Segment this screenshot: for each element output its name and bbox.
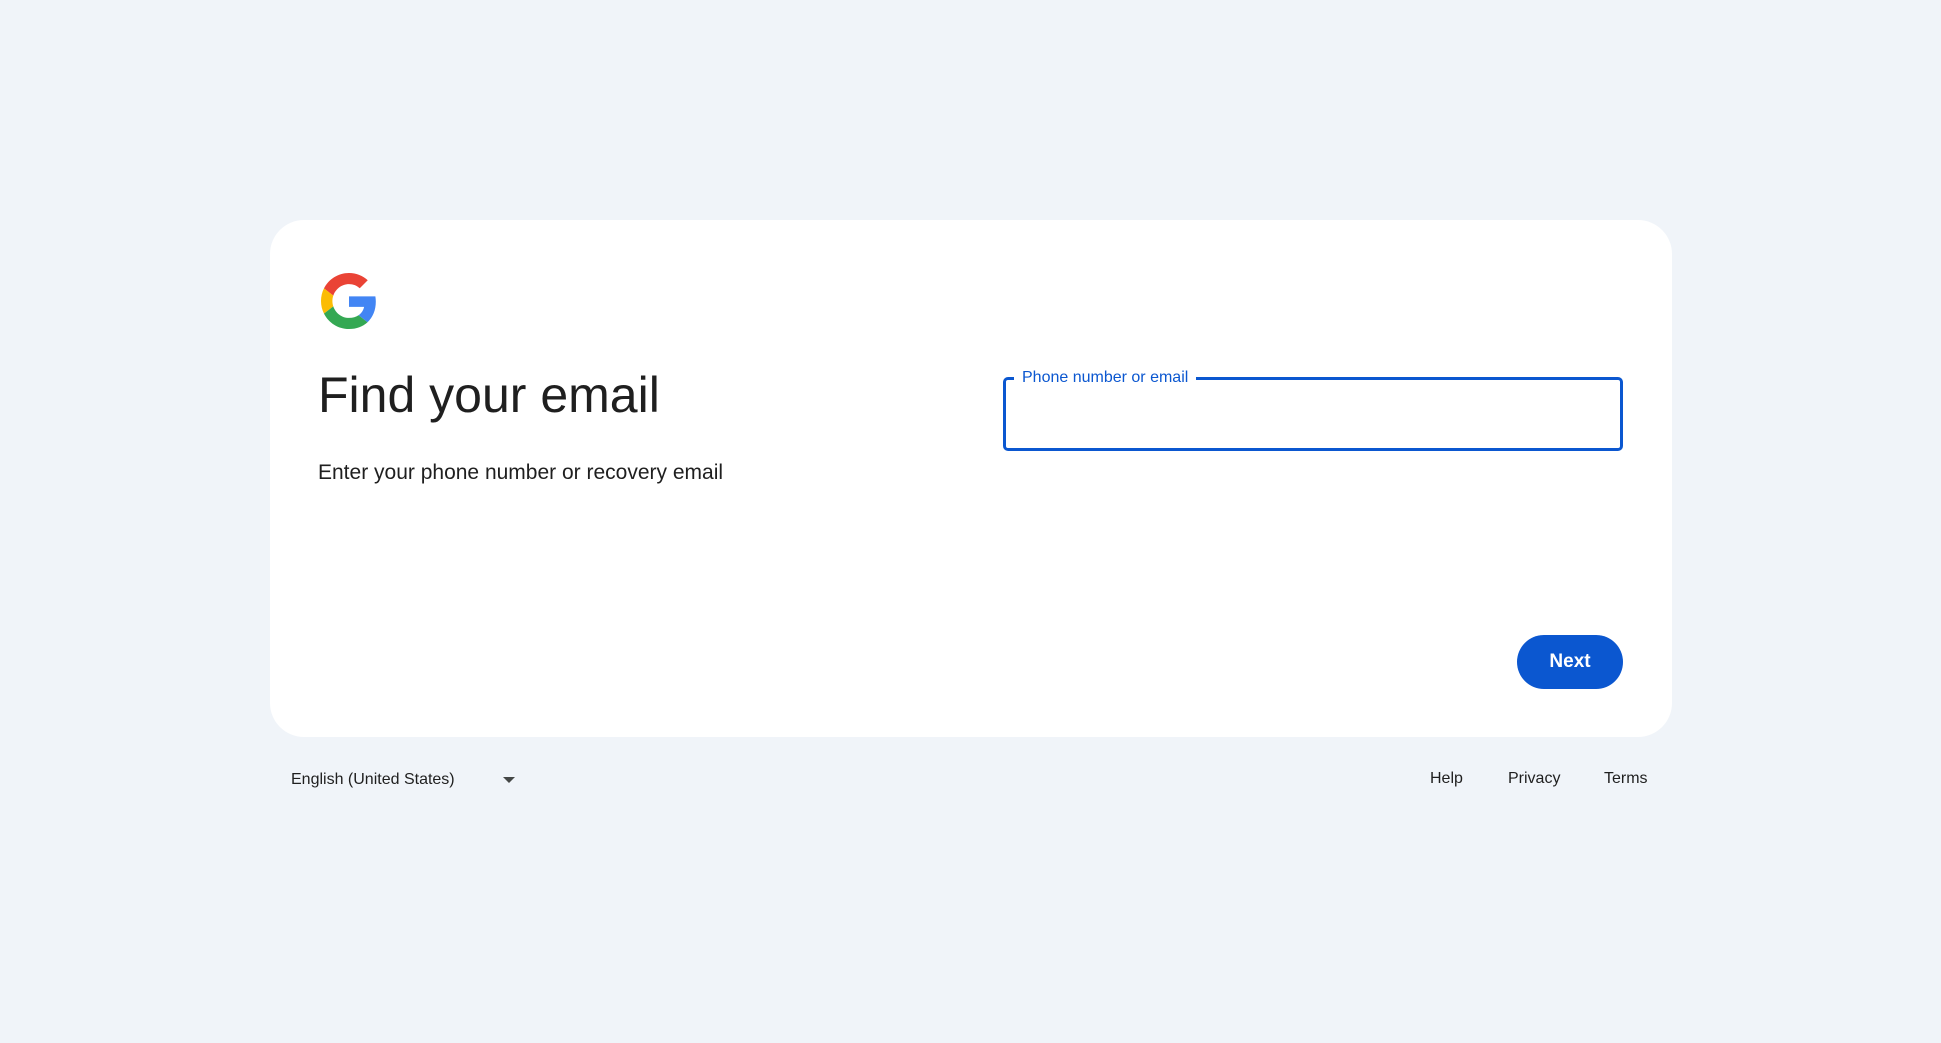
language-selector[interactable]: English (United States) — [270, 760, 530, 800]
caret-down-icon — [503, 777, 515, 783]
privacy-link[interactable]: Privacy — [1508, 770, 1560, 788]
language-label: English (United States) — [291, 771, 455, 788]
phone-or-email-input[interactable] — [1006, 380, 1620, 448]
page-subtitle: Enter your phone number or recovery emai… — [318, 461, 724, 484]
google-g-icon — [321, 273, 377, 329]
phone-or-email-field[interactable]: Phone number or email — [1003, 368, 1623, 451]
find-email-card: Find your email Enter your phone number … — [270, 220, 1672, 737]
next-button[interactable]: Next — [1517, 635, 1623, 689]
help-link[interactable]: Help — [1430, 770, 1463, 788]
footer-links: Help Privacy Terms — [1400, 760, 1672, 800]
page-title: Find your email — [318, 367, 660, 423]
terms-link[interactable]: Terms — [1604, 770, 1648, 788]
phone-or-email-label: Phone number or email — [1014, 368, 1197, 388]
